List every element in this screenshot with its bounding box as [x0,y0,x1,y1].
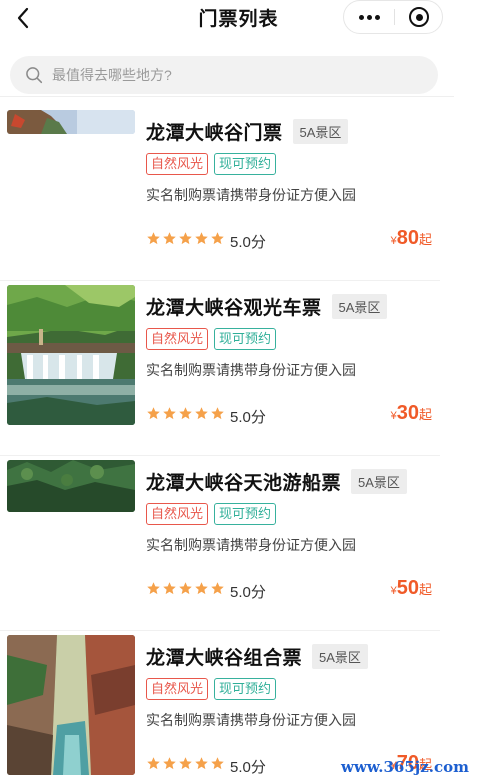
ticket-thumbnail [7,635,135,775]
price-suffix: 起 [418,582,432,597]
price-suffix: 起 [418,407,432,422]
ticket-description: 实名制购票请携带身份证方便入园 [146,362,356,378]
search-bar[interactable] [10,56,438,94]
star-icon [162,581,177,596]
price-value: 30 [396,402,419,424]
watermark: www.365jz.com [341,758,469,776]
tag-bookable: 现可预约 [214,678,277,700]
ticket-thumbnail [7,285,135,425]
star-icon [210,581,225,596]
star-icon [178,581,193,596]
rating-score: 5.0分 [230,584,266,601]
star-icon [162,231,177,246]
card-divider [0,630,440,631]
more-dots-icon [358,14,380,20]
card-divider [0,455,440,456]
scenic-level-badge: 5A景区 [292,119,349,144]
rating-stars [146,406,225,421]
rating-stars [146,756,225,771]
star-icon [146,581,161,596]
ticket-title: 龙潭大峡谷观光车票 [146,298,322,319]
price-value: 80 [396,227,419,249]
card-divider [0,280,440,281]
scenic-level-badge: 5A景区 [331,294,388,319]
ticket-description: 实名制购票请携带身份证方便入园 [146,712,356,728]
tag-nature: 自然风光 [146,678,209,700]
scenic-level-badge: 5A景区 [312,644,368,669]
tag-nature: 自然风光 [146,503,209,525]
tag-bookable: 现可预约 [214,503,277,525]
ticket-card[interactable]: 龙潭大峡谷门票 5A景区 自然风光 现可预约 实名制购票请携带身份证方便入园 5… [0,110,454,285]
star-icon [146,406,161,421]
star-icon [194,756,209,771]
star-icon [178,231,193,246]
ticket-title: 龙潭大峡谷门票 [146,123,283,144]
ticket-card[interactable]: 龙潭大峡谷天池游船票 5A景区 自然风光 现可预约 实名制购票请携带身份证方便入… [0,460,454,635]
star-icon [194,581,209,596]
rating-score: 5.0分 [230,759,266,776]
ticket-description: 实名制购票请携带身份证方便入园 [146,537,356,553]
tag-nature: 自然风光 [146,153,209,175]
more-button[interactable] [344,1,394,33]
ticket-description: 实名制购票请携带身份证方便入园 [146,187,356,203]
mini-program-capsule [343,0,443,34]
star-icon [162,756,177,771]
tag-bookable: 现可预约 [214,153,277,175]
star-icon [210,406,225,421]
rating-stars [146,581,225,596]
ticket-thumbnail [7,110,135,134]
ticket-price: ¥50起 [391,577,432,600]
star-icon [178,756,193,771]
tag-nature: 自然风光 [146,328,209,350]
ticket-price: ¥80起 [391,227,432,250]
ticket-card[interactable]: 龙潭大峡谷观光车票 5A景区 自然风光 现可预约 实名制购票请携带身份证方便入园… [0,285,454,460]
price-value: 50 [396,577,419,599]
scenic-level-badge: 5A景区 [351,469,407,494]
star-icon [146,231,161,246]
star-icon [162,406,177,421]
close-mini-program-button[interactable] [395,1,443,33]
ticket-price: ¥30起 [391,402,432,425]
star-icon [146,756,161,771]
star-icon [210,756,225,771]
target-close-icon [409,7,429,27]
price-suffix: 起 [418,232,432,247]
search-icon [24,65,44,85]
star-icon [194,231,209,246]
header-divider [0,96,454,97]
star-icon [210,231,225,246]
rating-score: 5.0分 [230,234,266,251]
star-icon [194,406,209,421]
star-icon [178,406,193,421]
nav-bar: 门票列表 [0,0,477,44]
ticket-title: 龙潭大峡谷天池游船票 [146,473,342,494]
rating-stars [146,231,225,246]
tag-bookable: 现可预约 [214,328,277,350]
search-input[interactable] [52,56,422,94]
ticket-thumbnail [7,460,135,512]
ticket-title: 龙潭大峡谷组合票 [146,648,303,669]
rating-score: 5.0分 [230,409,266,426]
